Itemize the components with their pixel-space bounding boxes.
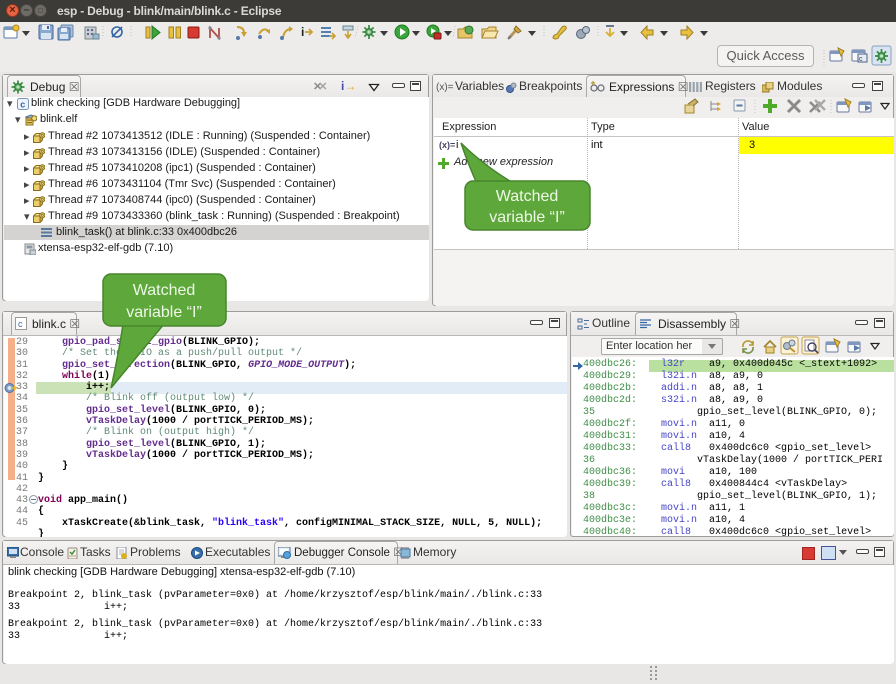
- svg-text:variable “I”: variable “I”: [126, 304, 202, 321]
- svg-text:Watched: Watched: [496, 188, 559, 205]
- svg-text:variable “I”: variable “I”: [489, 209, 565, 226]
- svg-text:Watched: Watched: [133, 282, 196, 299]
